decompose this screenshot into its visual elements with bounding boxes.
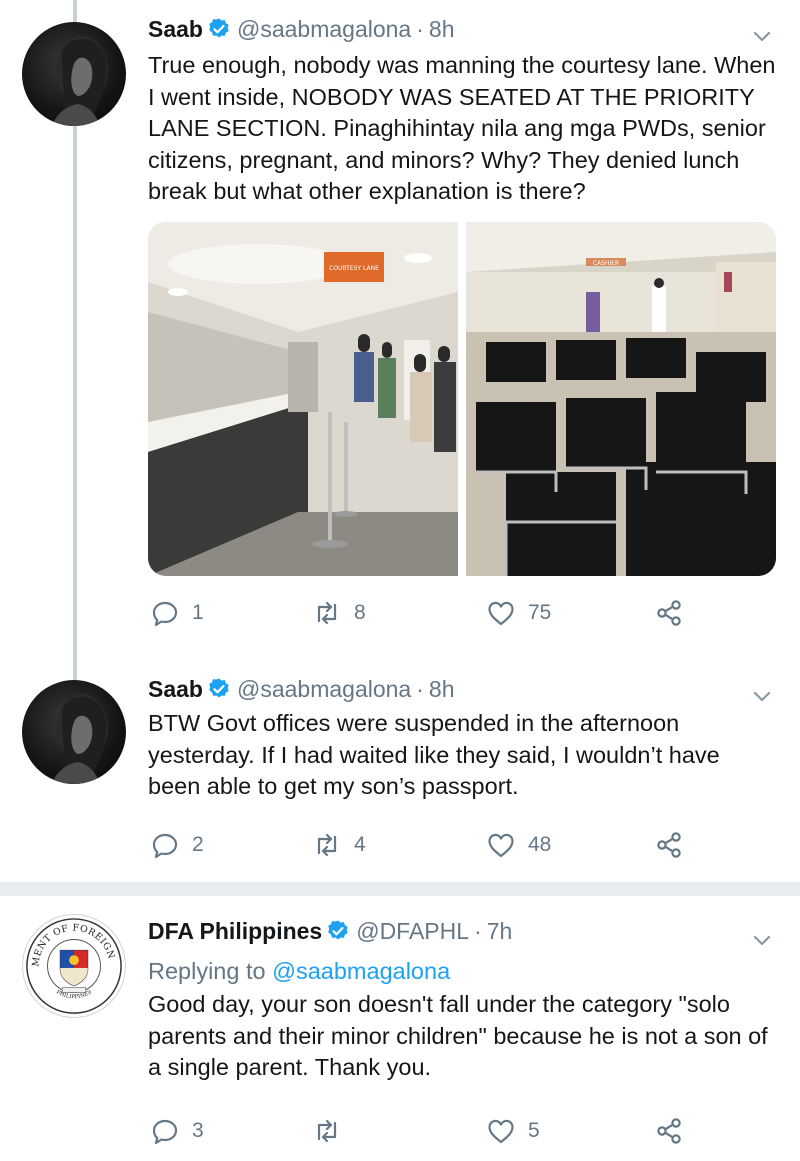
chevron-down-icon[interactable] [748, 926, 776, 954]
retweet-button[interactable]: 4 [312, 830, 366, 860]
timestamp[interactable]: 8h [429, 674, 455, 704]
separator-dot: · [416, 676, 424, 702]
reply-icon [152, 1119, 178, 1145]
tweet-3[interactable]: DEPARTMENT OF FOREIGN AFFAIRS PHILIPPINE… [0, 896, 800, 1161]
like-count: 5 [528, 1119, 540, 1142]
courtesy-lane-sign: COURTESY LANE [329, 265, 379, 272]
tweet-actions: 2 4 48 [148, 830, 748, 866]
like-icon [488, 601, 514, 626]
retweet-count: 4 [354, 833, 366, 856]
handle[interactable]: @saabmagalona [237, 674, 411, 704]
tweet-text: True enough, nobody was manning the cour… [148, 52, 776, 204]
share-icon [657, 600, 681, 626]
retweet-button[interactable]: 8 [312, 598, 366, 628]
cashier-sign: CASHIER [593, 260, 619, 267]
retweet-icon [317, 1119, 337, 1143]
reply-icon [152, 601, 178, 627]
handle[interactable]: @DFAPHL [356, 916, 469, 946]
avatar[interactable] [22, 680, 126, 784]
tweet-text: BTW Govt offices were suspended in the a… [148, 710, 720, 799]
timestamp[interactable]: 8h [429, 14, 455, 44]
separator-dot: · [416, 16, 424, 42]
avatar[interactable] [22, 22, 126, 126]
display-name[interactable]: DFA Philippines [148, 916, 322, 946]
like-icon [488, 833, 514, 858]
display-name[interactable]: Saab [148, 14, 203, 44]
tweet-header: Saab @saabmagalona · 8h [148, 14, 776, 44]
chevron-down-icon[interactable] [748, 682, 776, 710]
share-button[interactable] [654, 830, 684, 860]
retweet-icon [317, 601, 337, 625]
avatar[interactable]: DEPARTMENT OF FOREIGN AFFAIRS PHILIPPINE… [22, 914, 126, 1018]
reply-button[interactable]: 1 [150, 598, 204, 628]
reply-count: 1 [192, 601, 204, 624]
verified-badge-icon [328, 920, 348, 940]
display-name[interactable]: Saab [148, 674, 203, 704]
media-photo-courtesy-lane[interactable]: COURTESY LANE [148, 222, 458, 576]
media-photo-waiting-area[interactable]: CASHIER [466, 222, 776, 576]
retweet-count: 8 [354, 601, 366, 624]
replying-to-label: Replying to [148, 958, 266, 984]
tweet-1[interactable]: Saab @saabmagalona · 8h True enough, nob… [0, 0, 800, 660]
tweet-actions: 3 5 [148, 1116, 748, 1152]
verified-badge-icon [209, 678, 229, 698]
like-button[interactable]: 48 [486, 830, 551, 860]
tweet-header: DFA Philippines @DFAPHL · 7h [148, 916, 776, 946]
reply-count: 2 [192, 833, 204, 856]
reply-button[interactable]: 3 [150, 1116, 204, 1146]
tweet-2[interactable]: Saab @saabmagalona · 8h BTW Govt offices… [0, 662, 800, 880]
retweet-icon [317, 833, 337, 857]
tweet-media[interactable]: COURTESY LANE CASHIER [148, 222, 776, 576]
like-button[interactable]: 75 [486, 598, 551, 628]
like-icon [488, 1119, 514, 1144]
share-icon [657, 1118, 681, 1144]
section-divider [0, 882, 800, 896]
timestamp[interactable]: 7h [487, 916, 513, 946]
like-count: 48 [528, 833, 552, 856]
chevron-down-icon[interactable] [748, 22, 776, 50]
reply-count: 3 [192, 1119, 204, 1142]
retweet-button[interactable] [312, 1116, 354, 1146]
tweet-text: Good day, your son doesn't fall under th… [148, 991, 768, 1080]
like-count: 75 [528, 601, 552, 624]
separator-dot: · [474, 918, 482, 944]
tweet-actions: 1 8 75 [148, 598, 748, 634]
replying-to-mention[interactable]: @saabmagalona [272, 958, 450, 984]
share-button[interactable] [654, 1116, 684, 1146]
like-button[interactable]: 5 [486, 1116, 540, 1146]
share-icon [657, 832, 681, 858]
tweet-header: Saab @saabmagalona · 8h [148, 674, 776, 704]
reply-button[interactable]: 2 [150, 830, 204, 860]
reply-icon [152, 833, 178, 859]
verified-badge-icon [209, 18, 229, 38]
share-button[interactable] [654, 598, 684, 628]
handle[interactable]: @saabmagalona [237, 14, 411, 44]
replying-to: Replying to @saabmagalona [148, 956, 776, 987]
